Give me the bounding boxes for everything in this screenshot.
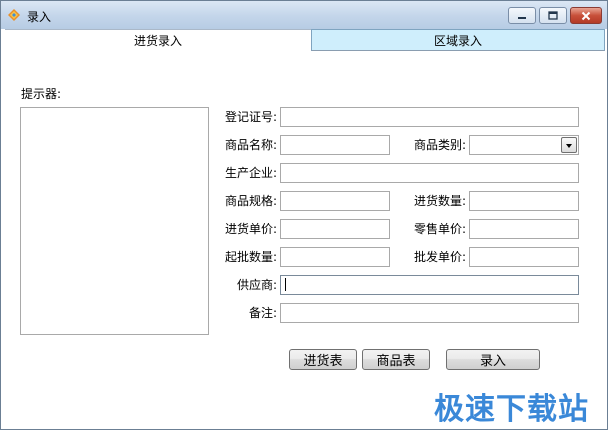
min-batch-qty-input[interactable] <box>280 247 390 267</box>
retail-price-label: 零售单价: <box>413 222 466 236</box>
purchase-qty-label: 进货数量: <box>413 194 466 208</box>
supplier-label: 供应商: <box>236 278 277 292</box>
product-table-button[interactable]: 商品表 <box>362 349 430 370</box>
tab-purchase-entry[interactable]: 进货录入 <box>5 29 311 51</box>
remark-input[interactable] <box>280 303 579 323</box>
spec-input[interactable] <box>280 191 390 211</box>
purchase-price-label: 进货单价: <box>224 222 277 236</box>
submit-button[interactable]: 录入 <box>446 349 540 370</box>
app-logo-icon <box>8 9 20 21</box>
watermark-text: 极速下载站 <box>434 392 589 427</box>
text-caret <box>285 278 286 291</box>
category-select[interactable] <box>469 135 579 155</box>
supplier-input[interactable] <box>280 275 579 295</box>
close-button[interactable] <box>570 7 602 24</box>
tab-bar: 进货录入 区域录入 <box>1 29 607 51</box>
purchase-price-input[interactable] <box>280 219 390 239</box>
reg-no-label: 登记证号: <box>224 110 277 124</box>
window-title: 录入 <box>27 10 52 24</box>
min-batch-qty-label: 起批数量: <box>224 250 277 264</box>
tab-region-entry[interactable]: 区域录入 <box>311 29 605 51</box>
wholesale-price-input[interactable] <box>469 247 579 267</box>
maximize-button[interactable] <box>539 7 567 24</box>
manufacturer-input[interactable] <box>280 163 579 183</box>
remark-label: 备注: <box>248 306 277 320</box>
close-icon <box>581 11 591 20</box>
purchase-qty-input[interactable] <box>469 191 579 211</box>
category-label: 商品类别: <box>413 138 466 152</box>
title-bar[interactable]: 录入 <box>1 1 607 29</box>
minimize-icon <box>518 16 526 19</box>
manufacturer-label: 生产企业: <box>224 166 277 180</box>
active-tab-underline <box>5 50 311 51</box>
wholesale-price-label: 批发单价: <box>413 250 466 264</box>
retail-price-input[interactable] <box>469 219 579 239</box>
spec-label: 商品规格: <box>224 194 277 208</box>
product-name-input[interactable] <box>280 135 390 155</box>
product-name-label: 商品名称: <box>224 138 277 152</box>
purchase-table-button[interactable]: 进货表 <box>289 349 357 370</box>
hint-label: 提示器: <box>21 87 62 101</box>
minimize-button[interactable] <box>508 7 536 24</box>
app-window: 录入 进货录入 区域录入 提示器: 登记证号: 商品名称: 商品类别: 生产企业… <box>0 0 608 430</box>
hint-box <box>20 107 209 335</box>
reg-no-input[interactable] <box>280 107 579 127</box>
chevron-down-icon[interactable] <box>561 137 577 153</box>
maximize-icon <box>548 11 558 20</box>
